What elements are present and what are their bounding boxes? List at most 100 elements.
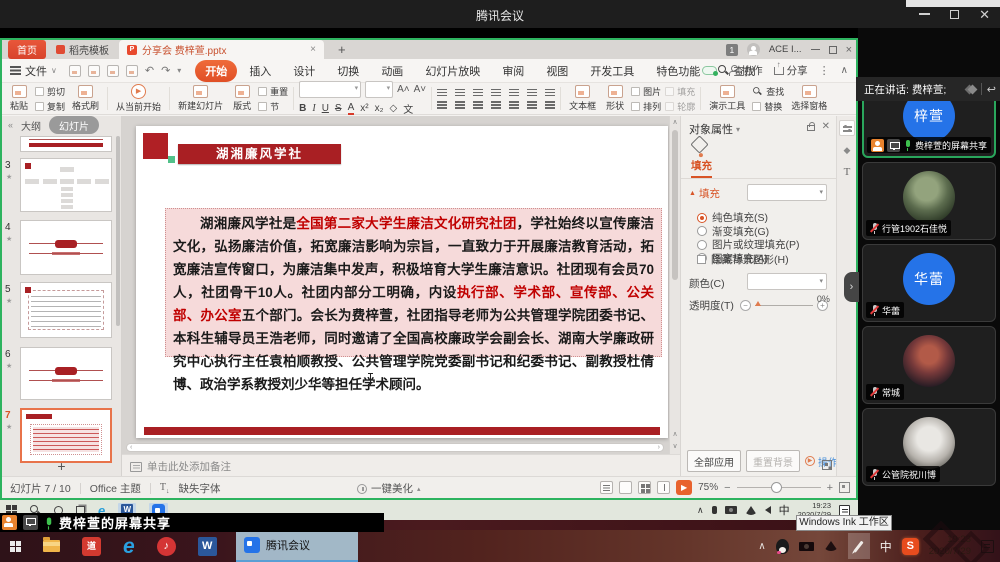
select-pane-button[interactable]: 选择窗格	[788, 85, 830, 112]
arrange-button[interactable]: 排列	[631, 100, 661, 113]
props-fill-tab[interactable]: 填充	[691, 158, 712, 178]
reset-button[interactable]: 重置	[258, 85, 288, 98]
share-button[interactable]: 分享	[774, 63, 808, 78]
collab-button[interactable]: 协作	[728, 63, 763, 78]
font-size-select[interactable]	[365, 81, 393, 98]
zoom-in-button[interactable]: +	[827, 482, 833, 494]
play-from-current-button[interactable]: ▶ 从当前开始	[113, 84, 164, 113]
sogou-icon[interactable]: S	[902, 538, 919, 555]
menu-tab-审阅[interactable]: 审阅	[492, 60, 534, 82]
speaker-icon[interactable]	[765, 506, 771, 514]
wps-restore-icon[interactable]	[829, 46, 837, 54]
replace-button[interactable]: 替换	[752, 100, 784, 113]
word-icon[interactable]: W	[198, 537, 217, 556]
paste-button[interactable]: 粘贴	[7, 85, 31, 112]
qq-penguin-icon[interactable]	[776, 539, 789, 554]
fill-style-dropdown[interactable]	[747, 184, 827, 201]
fill-button[interactable]: 填充	[665, 85, 695, 98]
transparency-minus-button[interactable]: −	[740, 300, 751, 311]
file-menu[interactable]: 文件 ∨	[10, 63, 57, 79]
thumbnail-scrollbar[interactable]	[116, 136, 120, 326]
quickbar-more-icon[interactable]: ▾	[177, 66, 181, 75]
font-family-select[interactable]	[299, 81, 361, 98]
layout-button[interactable]: 版式	[230, 85, 254, 112]
tray-mic-icon[interactable]	[712, 506, 717, 514]
slide-sorter-icon[interactable]	[638, 481, 651, 494]
paragraph-format-icon[interactable]	[527, 89, 537, 91]
paragraph-format-icon[interactable]	[491, 101, 501, 103]
copy-button[interactable]: 复制	[35, 100, 65, 113]
color-dropdown[interactable]	[747, 273, 827, 290]
font-decrease-button[interactable]: A˅	[414, 84, 427, 95]
char-format-7[interactable]: x₂	[375, 103, 384, 114]
wps-home-tab[interactable]: 首页	[8, 40, 46, 59]
close-icon[interactable]: ✕	[979, 8, 990, 21]
section-button[interactable]: 节	[258, 100, 288, 113]
menu-tab-视图[interactable]: 视图	[536, 60, 578, 82]
preview-icon[interactable]	[126, 65, 138, 77]
undo-icon[interactable]: ↶	[145, 64, 154, 77]
edge-taskbar-icon[interactable]: e	[123, 536, 135, 557]
slide-thumbnail-7[interactable]: 7★	[2, 408, 121, 463]
tray-camera-icon[interactable]	[725, 506, 737, 514]
picture-button[interactable]: 图片	[631, 85, 661, 98]
props-close-icon[interactable]: ✕	[822, 121, 830, 132]
paragraph-format-icon[interactable]	[455, 89, 465, 91]
thumbnail-preview[interactable]	[20, 408, 112, 463]
return-icon[interactable]: ↩	[987, 83, 996, 96]
taskbar-clock[interactable]: 19:23 2020/7/29	[929, 534, 971, 559]
horizontal-scrollbar[interactable]: ‹ ›	[126, 443, 664, 452]
normal-view-icon[interactable]	[619, 481, 632, 494]
char-format-4[interactable]: S	[335, 103, 342, 114]
paragraph-format-icon[interactable]	[473, 89, 483, 91]
menu-tab-开发工具[interactable]: 开发工具	[580, 60, 644, 82]
props-title[interactable]: 对象属性 ▾	[689, 121, 740, 137]
selection-handle[interactable]	[168, 156, 175, 163]
slideshow-button[interactable]: ▶	[676, 480, 692, 495]
account-name[interactable]: ACE I...	[769, 44, 802, 55]
file-explorer-icon[interactable]	[43, 540, 60, 552]
char-format-9[interactable]: 文	[403, 101, 413, 116]
redo-icon[interactable]: ↷	[161, 64, 170, 77]
next-slide-icon[interactable]: ∨	[670, 442, 680, 450]
missing-font-label[interactable]: 缺失字体	[178, 481, 220, 496]
scrollbar-thumb[interactable]	[672, 130, 678, 280]
print-icon[interactable]	[107, 65, 119, 77]
notes-placeholder[interactable]: 单击此处添加备注	[130, 459, 231, 474]
paragraph-format-icon[interactable]	[473, 101, 483, 103]
slides-tab[interactable]: 幻灯片	[49, 116, 99, 134]
theme-name[interactable]: Office 主题	[90, 481, 141, 496]
textbox-button[interactable]: 文本框	[566, 85, 599, 112]
message-badge[interactable]: 1	[726, 44, 738, 56]
action-center-icon[interactable]	[981, 540, 994, 553]
wps-document-tab[interactable]: P 分享会 费梓萱.pptx ×	[119, 40, 324, 59]
present-tools-button[interactable]: 演示工具	[706, 85, 748, 112]
wifi-icon[interactable]	[745, 506, 757, 515]
text-tool-strip-icon[interactable]: T	[839, 164, 855, 180]
slide-thumbnail-4[interactable]: 4★	[2, 220, 121, 275]
thumbnail-preview[interactable]	[20, 282, 112, 338]
smart-beautify-strip-icon[interactable]: ◆	[839, 142, 855, 158]
wps-docer-tab[interactable]: 稻壳模板	[46, 42, 119, 57]
new-tab-button[interactable]: +	[338, 42, 346, 57]
char-format-8[interactable]: ◇	[390, 103, 398, 114]
netease-music-icon[interactable]: ♪	[157, 537, 176, 556]
scroll-left-icon[interactable]: ‹	[130, 444, 132, 451]
participant-tile-3[interactable]: 华蕾华蕾	[862, 244, 996, 322]
zoom-out-button[interactable]: −	[724, 482, 730, 494]
char-format-3[interactable]: U	[322, 103, 329, 114]
wifi-icon[interactable]	[824, 541, 838, 551]
ime-indicator[interactable]: 中	[880, 538, 892, 555]
start-button[interactable]	[10, 541, 21, 552]
tray-expand-icon[interactable]: ∧	[697, 505, 704, 516]
paragraph-format-icon[interactable]	[545, 101, 555, 103]
find-button[interactable]: 查找	[752, 85, 784, 98]
slide-body-textbox[interactable]: 湖湘廉风学社是全国第二家大学生廉洁文化研究社团，学社始终以宣传廉洁文化，弘扬廉洁…	[165, 208, 662, 357]
slide-thumbnail-6[interactable]: 6★	[2, 347, 121, 400]
participant-tile-2[interactable]: 行管1902石佳悦	[862, 162, 996, 240]
paragraph-format-icon[interactable]	[509, 101, 519, 103]
windows-ink-button[interactable]	[848, 533, 870, 559]
paragraph-format-icon[interactable]	[437, 89, 447, 91]
wps-close-icon[interactable]: ×	[846, 44, 852, 56]
maximize-icon[interactable]	[950, 10, 959, 19]
